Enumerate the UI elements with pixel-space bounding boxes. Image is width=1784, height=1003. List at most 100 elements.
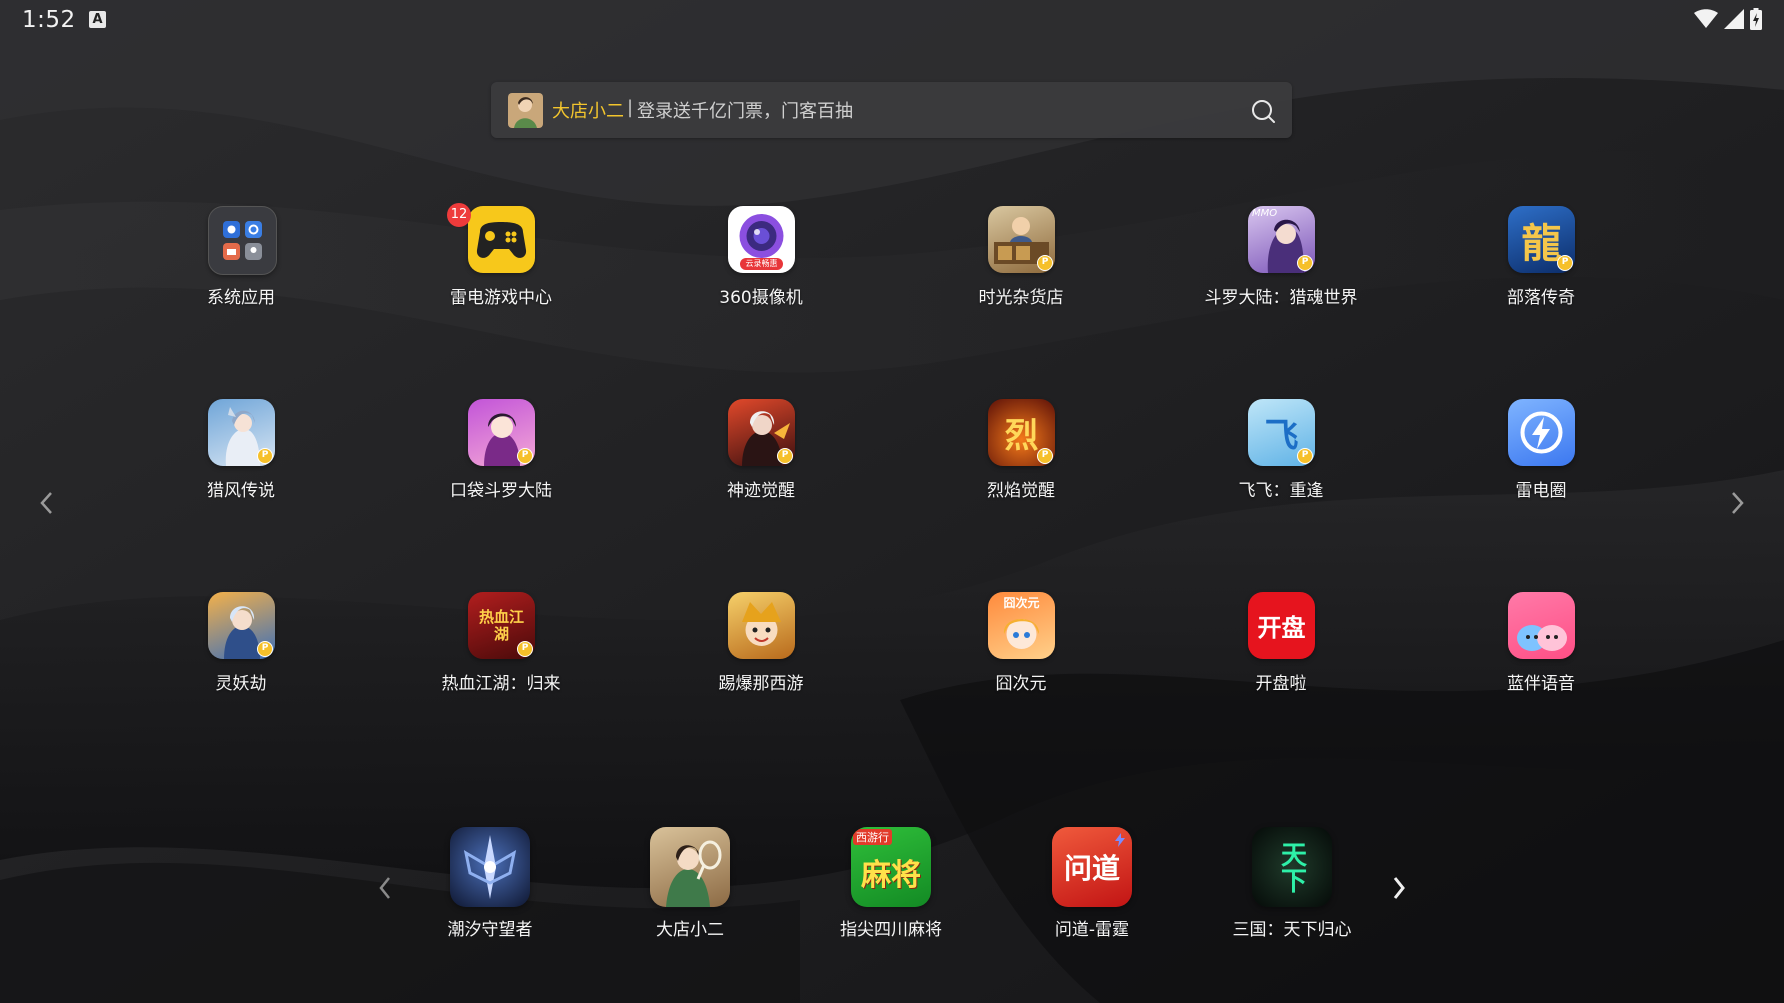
dock-right-arrow[interactable]	[1390, 876, 1408, 900]
a-letter-icon: A	[89, 11, 106, 28]
app-label: 问道-雷霆	[1054, 920, 1130, 940]
app-label: 360摄像机	[719, 288, 803, 308]
dock-left-arrow[interactable]	[376, 876, 394, 900]
app-label: 大店小二	[656, 920, 724, 940]
gamepad-icon	[468, 206, 535, 273]
app-label: 斗罗大陆：猎魂世界	[1204, 288, 1358, 308]
mascot-icon	[1508, 592, 1575, 659]
app-label: 系统应用	[207, 288, 275, 308]
game-character-icon: MMO P	[1248, 206, 1315, 273]
clock: 1:52	[22, 7, 76, 33]
camera-icon: 云录畅惠	[728, 206, 795, 273]
sword-emblem-icon	[450, 827, 530, 907]
app-buluo-chuanqi[interactable]: 龍 P 部落传奇	[1431, 206, 1651, 316]
app-label: 雷电圈	[1515, 481, 1567, 501]
notification-badge: 12	[447, 203, 471, 227]
app-shiguang-shop[interactable]: P 时光杂货店	[911, 206, 1131, 316]
app-tibao-naxiyou[interactable]: 踢爆那西游	[651, 592, 871, 702]
signal-icon	[1724, 9, 1744, 29]
search-bar[interactable]: 大店小二 | 登录送千亿门票，门客百抽	[491, 82, 1292, 138]
page-left-arrow[interactable]	[36, 490, 58, 516]
app-leidian-game-center[interactable]: 12 雷电游戏中心	[391, 203, 611, 316]
app-label: 部落传奇	[1507, 288, 1575, 308]
app-label: 灵妖劫	[215, 674, 267, 694]
app-jiong-ciyuan[interactable]: 囧次元 囧次元	[911, 592, 1131, 702]
dock-app-wendao-leiting[interactable]: 问道 问道-雷霆	[1007, 827, 1177, 947]
app-label: 潮汐守望者	[447, 920, 533, 940]
xiyouhang-tag: 西游行	[853, 829, 892, 845]
promo-separator: |	[627, 97, 634, 118]
coin-icon: P	[1037, 255, 1053, 271]
app-rexue-jianghu[interactable]: 热血江湖 P 热血江湖：归来	[391, 592, 611, 702]
game-logo-icon: 热血江湖 P	[468, 592, 535, 659]
coin-icon: P	[1557, 255, 1573, 271]
anime-girl-icon: 囧次元	[988, 592, 1055, 659]
calligraphy-icon: 天下	[1252, 827, 1332, 907]
app-system-apps[interactable]: 系统应用	[131, 206, 351, 316]
page-right-arrow[interactable]	[1726, 490, 1748, 516]
app-douluo-liehun[interactable]: MMO P 斗罗大陆：猎魂世界	[1171, 206, 1391, 316]
coin-icon: P	[517, 448, 533, 464]
coin-icon: P	[257, 641, 273, 657]
flame-glyph-icon: 烈 P	[988, 399, 1055, 466]
coin-icon: P	[1297, 448, 1313, 464]
app-leidian-quan[interactable]: 雷电圈	[1431, 399, 1651, 509]
kaipan-logo-icon: 开盘	[1248, 592, 1315, 659]
game-logo-icon: 飞 P	[1248, 399, 1315, 466]
camera-tag: 云录畅惠	[745, 259, 778, 268]
app-lieyan-juexing[interactable]: 烈 P 烈焰觉醒	[911, 399, 1131, 509]
app-360-camera[interactable]: 云录畅惠 360摄像机	[651, 206, 871, 316]
dock-app-zhijian-sichuan-majiang[interactable]: 麻将 西游行 指尖四川麻将	[806, 827, 976, 947]
wifi-icon	[1694, 9, 1718, 28]
app-label: 开盘啦	[1255, 674, 1307, 694]
app-label: 三国：天下归心	[1232, 920, 1352, 940]
app-label: 时光杂货店	[978, 288, 1064, 308]
mmo-tag: MMO	[1252, 208, 1278, 219]
dock-app-sanguo-tianxia-guixin[interactable]: 天下 三国：天下归心	[1207, 827, 1377, 947]
search-icon[interactable]	[1250, 98, 1276, 124]
coin-icon: P	[257, 448, 273, 464]
app-label: 蓝伴语音	[1507, 674, 1575, 694]
app-label: 热血江湖：归来	[441, 674, 561, 694]
game-character-icon	[728, 592, 795, 659]
app-label: 烈焰觉醒	[987, 481, 1055, 501]
system-icons	[1694, 8, 1762, 30]
jiong-tag: 囧次元	[1003, 596, 1040, 610]
game-character-icon: P	[208, 592, 275, 659]
app-label: 踢爆那西游	[718, 674, 804, 694]
lightning-small-icon	[1115, 833, 1125, 847]
app-lanban-yuyin[interactable]: 蓝伴语音	[1431, 592, 1651, 702]
app-label: 指尖四川麻将	[840, 920, 942, 940]
app-label: 猎风传说	[207, 481, 275, 501]
coin-icon: P	[1297, 255, 1313, 271]
game-character-icon	[650, 827, 730, 907]
status-bar: 1:52 A	[0, 0, 1784, 44]
dock-app-dadian-xiaoer[interactable]: 大店小二	[605, 827, 775, 947]
coin-icon: P	[777, 448, 793, 464]
folder-icon	[208, 206, 277, 275]
dragon-glyph-icon: 龍 P	[1508, 206, 1575, 273]
app-liefeng-chuanshuo[interactable]: P 猎风传说	[131, 399, 351, 509]
game-character-icon: P	[468, 399, 535, 466]
promo-text: 登录送千亿门票，门客百抽	[637, 101, 853, 122]
game-shop-icon: P	[988, 206, 1055, 273]
mahjong-icon: 麻将 西游行	[851, 827, 931, 907]
lightning-icon	[1508, 399, 1575, 466]
app-label: 神迹觉醒	[727, 481, 795, 501]
app-koudai-douluo[interactable]: P 口袋斗罗大陆	[391, 399, 611, 509]
dock-app-chaoxi-shouwangzhe[interactable]: 潮汐守望者	[405, 827, 575, 947]
home-screen: 1:52 A 大店小二 | 登录送千亿门票，门客百抽 系统应用 12 雷电游戏中…	[0, 0, 1784, 1003]
app-label: 囧次元	[995, 674, 1047, 694]
coin-icon: P	[1037, 448, 1053, 464]
app-feifei-chongfeng[interactable]: 飞 P 飞飞：重逢	[1171, 399, 1391, 509]
app-kaipan-la[interactable]: 开盘 开盘啦	[1171, 592, 1391, 702]
promo-brand: 大店小二	[552, 101, 624, 122]
app-label: 口袋斗罗大陆	[450, 481, 552, 501]
coin-icon: P	[517, 641, 533, 657]
app-shenji-juexing[interactable]: P 神迹觉醒	[651, 399, 871, 509]
game-character-icon: P	[728, 399, 795, 466]
promo-avatar	[508, 93, 543, 128]
app-label: 飞飞：重逢	[1238, 481, 1324, 501]
wendao-logo-icon: 问道	[1052, 827, 1132, 907]
app-lingyao-jie[interactable]: P 灵妖劫	[131, 592, 351, 702]
